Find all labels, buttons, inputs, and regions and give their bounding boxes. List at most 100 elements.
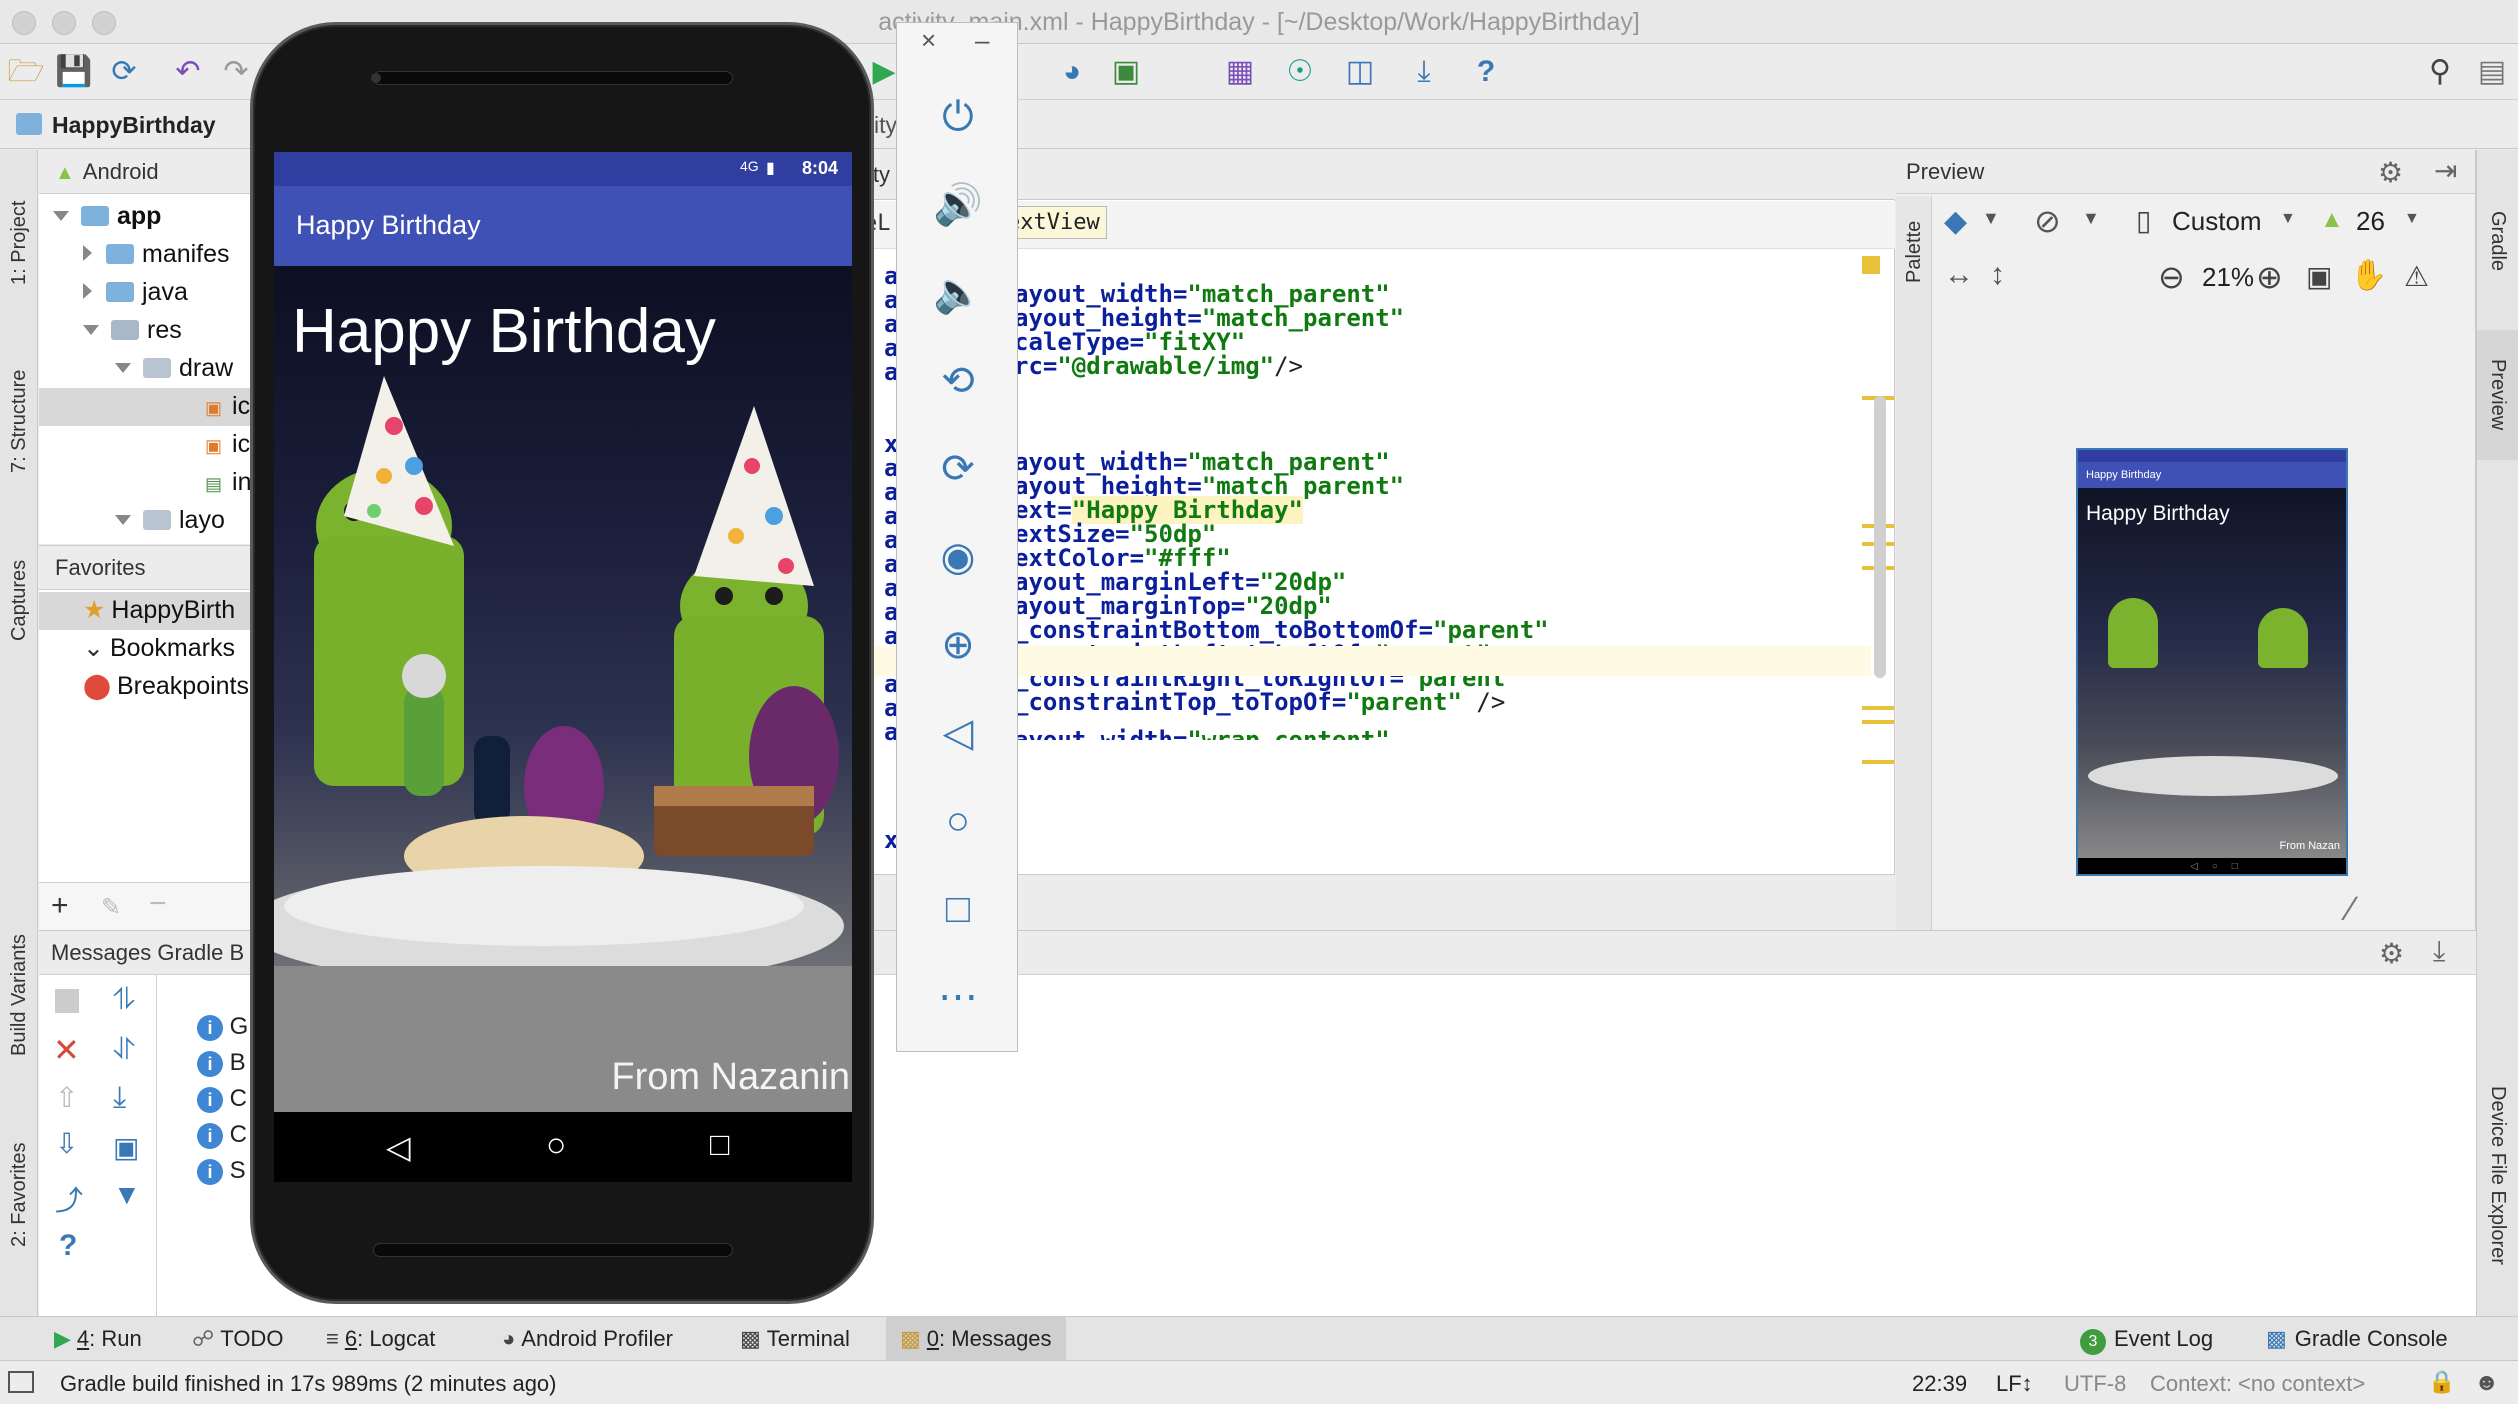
zoom-fit-icon[interactable]: ▣ [2306, 260, 2332, 293]
save-icon[interactable]: 💾 [54, 52, 94, 92]
code-line[interactable]: _constraintTop_toTopOf="parent" /> [1014, 688, 1505, 716]
chevron-down-icon[interactable]: ▼ [2404, 210, 2420, 228]
remove-icon[interactable]: − [149, 887, 167, 921]
zoom-out-icon[interactable]: ⊖ [2158, 258, 2185, 296]
tree-item-manifests[interactable]: manifes [83, 240, 230, 269]
message-row[interactable]: i G [197, 1013, 248, 1041]
redo-icon[interactable]: ↷ [216, 52, 256, 92]
device-icon[interactable]: ▯ [2136, 204, 2151, 237]
context-indicator[interactable]: Context: <no context> [2150, 1371, 2365, 1397]
overview-icon[interactable]: □ [928, 881, 988, 937]
minimize-icon[interactable]: – [975, 25, 989, 56]
sync-gradle-icon[interactable]: ☉ [1280, 52, 1320, 92]
palette-tab[interactable]: Palette [1896, 202, 1932, 302]
home-icon[interactable]: ○ [546, 1126, 567, 1165]
zoom-icon[interactable]: ⊕ [928, 617, 988, 673]
tree-item-drawable-file-2[interactable]: ▣ ic [205, 430, 250, 459]
api-level-select[interactable]: 26 [2356, 206, 2385, 237]
layout-icon[interactable]: ▣ [113, 1131, 139, 1164]
gradle-console-tab[interactable]: ▩ Gradle Console [2252, 1317, 2462, 1361]
open-folder-icon[interactable]: 🗁 [6, 52, 46, 92]
volume-up-icon[interactable]: 🔊 [928, 177, 988, 233]
more-icon[interactable]: ⋯ [928, 969, 988, 1025]
sdk-manager-icon[interactable]: ⤓ [1404, 52, 1444, 92]
lock-icon[interactable]: 🔒 [2428, 1369, 2455, 1395]
previous-message-icon[interactable]: ⇧ [55, 1081, 78, 1114]
gear-icon[interactable]: ⚙ [2379, 937, 2404, 970]
emulator-screen[interactable]: 4G ▮ 8:04 Happy Birthday Happy Birthday … [274, 152, 852, 1182]
hide-panel-icon[interactable]: ⇥ [2434, 154, 2457, 187]
message-row[interactable]: i B [197, 1049, 246, 1077]
tree-item-res[interactable]: res [83, 316, 182, 345]
project-tool-tab[interactable]: 1: Project [0, 158, 38, 328]
favorites-tool-tab[interactable]: 2: Favorites [0, 1110, 38, 1280]
status-message[interactable]: Gradle build finished in 17s 989ms (2 mi… [60, 1371, 557, 1397]
caret-position[interactable]: 22:39 [1912, 1371, 1967, 1397]
power-icon[interactable]: ⏻ [928, 89, 988, 145]
logcat-tab[interactable]: ≡ 6: Logcat [312, 1317, 449, 1361]
layout-toggle-icon[interactable]: ▤ [2472, 52, 2512, 92]
rotate-left-icon[interactable]: ⟲ [928, 353, 988, 409]
marker-7[interactable] [1862, 760, 1894, 764]
camera-icon[interactable]: ◉ [928, 529, 988, 585]
event-log-tab[interactable]: 3 Event Log [2066, 1317, 2227, 1361]
editor-scrollbar[interactable] [1874, 396, 1886, 678]
export-to-file-icon[interactable]: ⤴ [55, 1179, 83, 1219]
tree-item-drawable[interactable]: draw [115, 354, 233, 383]
message-row[interactable]: i S [197, 1157, 246, 1185]
favorite-item-bookmarks[interactable]: ⌄ Bookmarks [83, 634, 235, 663]
filter-icon[interactable]: ▼ [113, 1179, 141, 1211]
tree-item-java[interactable]: java [83, 278, 188, 307]
favorite-item-project[interactable]: ★ HappyBirth [83, 596, 235, 625]
terminal-tab[interactable]: ▩ Terminal [726, 1317, 864, 1361]
recents-icon[interactable]: □ [710, 1126, 729, 1163]
volume-down-icon[interactable]: 🔈 [928, 265, 988, 321]
resize-handle-icon[interactable]: ∕ [2348, 890, 2354, 929]
project-structure-icon[interactable]: ◫ [1340, 52, 1380, 92]
toggle-tool-windows-icon[interactable] [8, 1371, 34, 1393]
gear-icon[interactable]: ⚙ [2378, 156, 2403, 189]
run-tab[interactable]: ▶ 4: Run [40, 1317, 156, 1361]
tree-item-drawable-file-3[interactable]: ▤ in [205, 468, 251, 497]
sync-icon[interactable]: ⟳ [104, 52, 144, 92]
gradle-tool-tab[interactable]: Gradle [2477, 166, 2518, 316]
inspection-status-icon[interactable] [1862, 256, 1880, 274]
chevron-down-icon[interactable]: ▼ [1982, 208, 2000, 229]
back-icon[interactable]: ◁ [928, 705, 988, 761]
inspector-icon[interactable]: ☻ [2474, 1369, 2499, 1397]
todo-tab[interactable]: ☍ TODO [178, 1317, 297, 1361]
attach-debugger-icon[interactable]: ▣ [1106, 52, 1146, 92]
undo-icon[interactable]: ↶ [168, 52, 208, 92]
file-encoding[interactable]: UTF-8 [2064, 1371, 2126, 1397]
breadcrumb-file[interactable]: ity [874, 112, 897, 139]
design-surface-icon[interactable]: ◆ [1944, 204, 1967, 239]
code-line[interactable]: rc="@drawable/img"/> [1014, 352, 1303, 380]
expand-all-icon[interactable]: ⥮ [113, 983, 135, 1017]
device-file-explorer-tab[interactable]: Device File Explorer [2477, 1050, 2518, 1300]
marker-6[interactable] [1862, 720, 1894, 724]
close-icon[interactable]: × [921, 25, 936, 56]
next-message-icon[interactable]: ⇩ [55, 1127, 78, 1160]
message-row[interactable]: i C [197, 1121, 247, 1149]
orientation-icon[interactable]: ⊘ [2034, 202, 2061, 240]
help-icon[interactable]: ? [59, 1229, 77, 1263]
tree-item-layout[interactable]: layo [115, 506, 225, 535]
chevron-down-icon[interactable]: ▼ [2082, 208, 2100, 229]
rotate-right-icon[interactable]: ⟳ [928, 441, 988, 497]
pan-hand-icon[interactable]: ✋ [2350, 258, 2387, 293]
line-separator[interactable]: LF↕ [1996, 1371, 2033, 1397]
tree-item-app[interactable]: app [53, 202, 161, 231]
close-icon[interactable]: ✕ [53, 1031, 80, 1069]
message-row[interactable]: i C [197, 1085, 247, 1113]
tree-item-drawable-file-1[interactable]: ▣ ic [205, 392, 250, 421]
collapse-all-icon[interactable]: ⥯ [113, 1033, 135, 1067]
structure-tool-tab[interactable]: 7: Structure [0, 336, 38, 506]
code-line[interactable]: ayout_width="wrap_content" [1014, 726, 1390, 740]
help-icon[interactable]: ? [1466, 52, 1506, 92]
preview-tool-tab[interactable]: Preview [2477, 330, 2518, 460]
search-icon[interactable]: ⚲ [2420, 52, 2460, 92]
warning-icon[interactable]: ⚠ [2404, 260, 2429, 293]
pan-horizontal-icon[interactable]: ↔ [1944, 258, 1974, 292]
device-select[interactable]: Custom [2172, 206, 2262, 237]
project-panel-header[interactable]: ▲ Android [39, 150, 258, 194]
